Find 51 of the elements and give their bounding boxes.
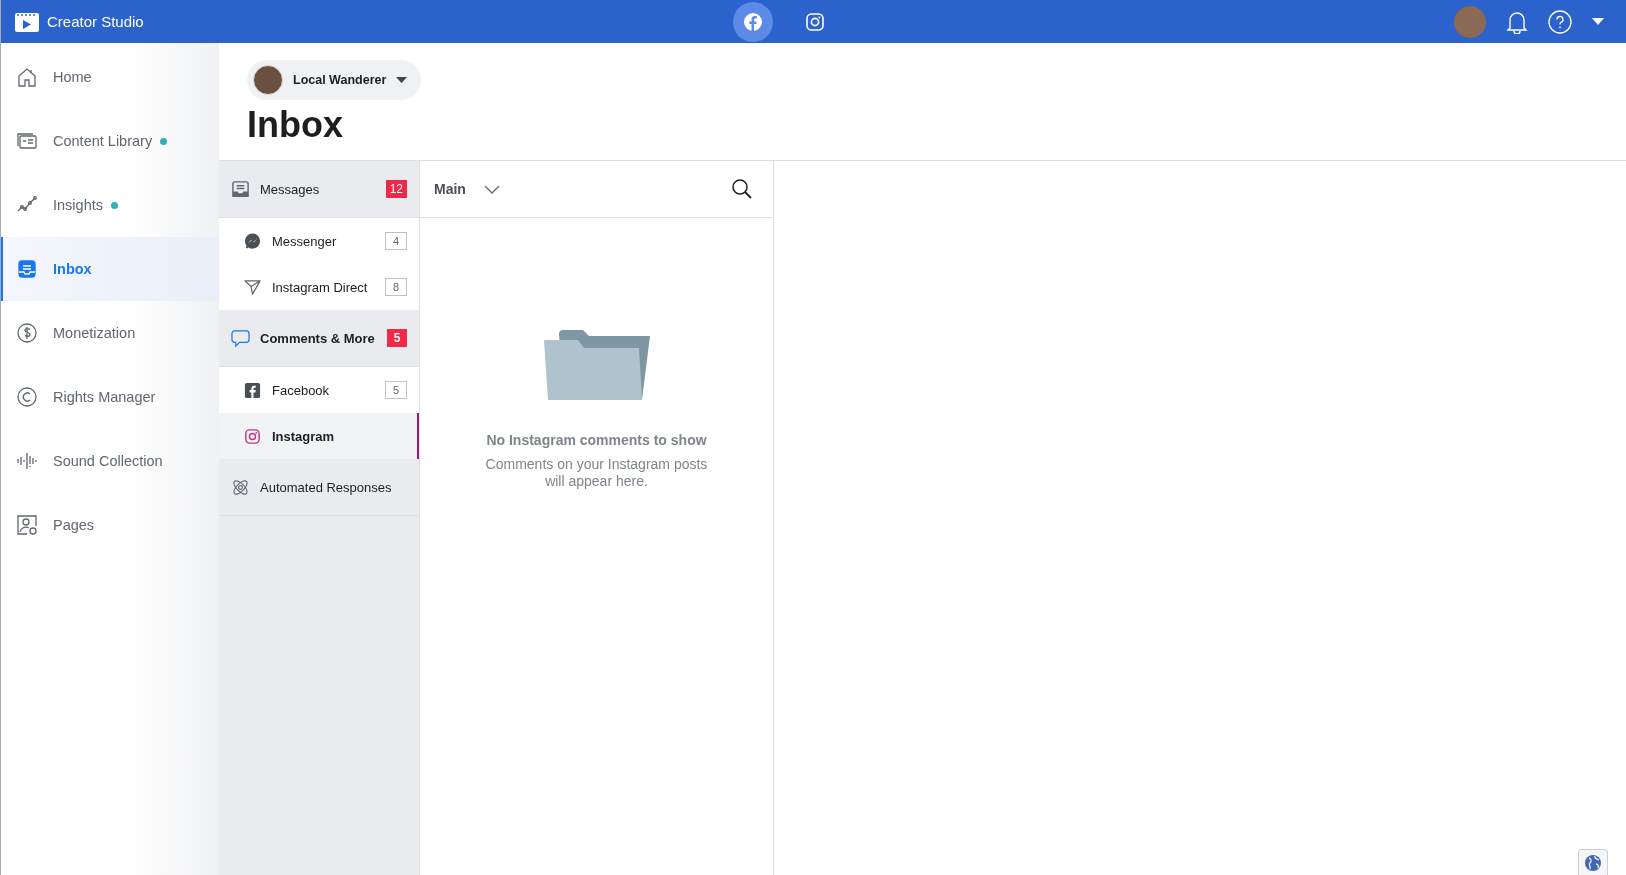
search-icon[interactable]: [731, 178, 753, 200]
facebook-tab[interactable]: [733, 1, 773, 42]
auto-icon: [231, 477, 250, 497]
page-title: Inbox: [247, 104, 344, 146]
messenger-icon: [243, 231, 262, 251]
sidebar-item[interactable]: Sound Collection: [1, 429, 219, 493]
facebook-logo-icon: [743, 11, 763, 32]
tray-icon: [231, 179, 250, 199]
filter-dropdown[interactable]: Main: [434, 181, 500, 197]
instagram-icon: [243, 426, 262, 446]
direct-icon: [243, 277, 262, 297]
empty-title: No Instagram comments to show: [486, 432, 707, 448]
caret-icon: [396, 76, 408, 84]
rights-icon: [16, 386, 38, 408]
inbox-source[interactable]: Instagram: [219, 413, 419, 459]
sidebar-item[interactable]: Home: [1, 45, 219, 109]
count-badge: 4: [385, 232, 407, 250]
library-icon: [16, 130, 38, 152]
count-badge: 5: [385, 381, 407, 399]
chevron-down-icon: [483, 184, 500, 194]
sidebar-item[interactable]: Inbox: [1, 237, 219, 301]
inbox-source[interactable]: Facebook 5: [219, 367, 419, 413]
count-badge: 8: [385, 278, 407, 296]
bell-icon[interactable]: [1506, 9, 1528, 34]
sound-icon: [16, 450, 38, 472]
count-badge: 12: [385, 180, 407, 198]
page-selector[interactable]: Local Wanderer: [247, 60, 422, 100]
count-badge: 5: [387, 329, 407, 347]
inbox-source[interactable]: Instagram Direct 8: [219, 264, 419, 310]
instagram-logo-icon: [806, 12, 824, 31]
language-button[interactable]: [1578, 849, 1608, 875]
sidebar-item[interactable]: Insights: [1, 173, 219, 237]
sidebar-item[interactable]: Content Library: [1, 109, 219, 173]
sidebar-item[interactable]: Rights Manager: [1, 365, 219, 429]
folder-icon: [543, 330, 650, 400]
bubble-icon: [231, 328, 250, 348]
page-avatar: [253, 65, 283, 95]
empty-message: Comments on your Instagram posts will appear here.: [484, 456, 709, 490]
app-title: Creator Studio: [47, 13, 144, 30]
home-icon: [16, 66, 38, 88]
clapperboard-play-icon: [15, 11, 39, 32]
sidebar-item[interactable]: Monetization: [1, 301, 219, 365]
globe-icon: [1584, 853, 1602, 872]
inbox-source[interactable]: Messenger 4: [219, 218, 419, 264]
help-icon[interactable]: [1548, 9, 1572, 34]
sidebar-item[interactable]: Pages: [1, 493, 219, 557]
facebook-icon: [243, 380, 262, 400]
caret-icon[interactable]: [1592, 17, 1604, 26]
pages-icon: [16, 514, 38, 536]
inbox-icon: [16, 258, 38, 280]
money-icon: [16, 322, 38, 344]
